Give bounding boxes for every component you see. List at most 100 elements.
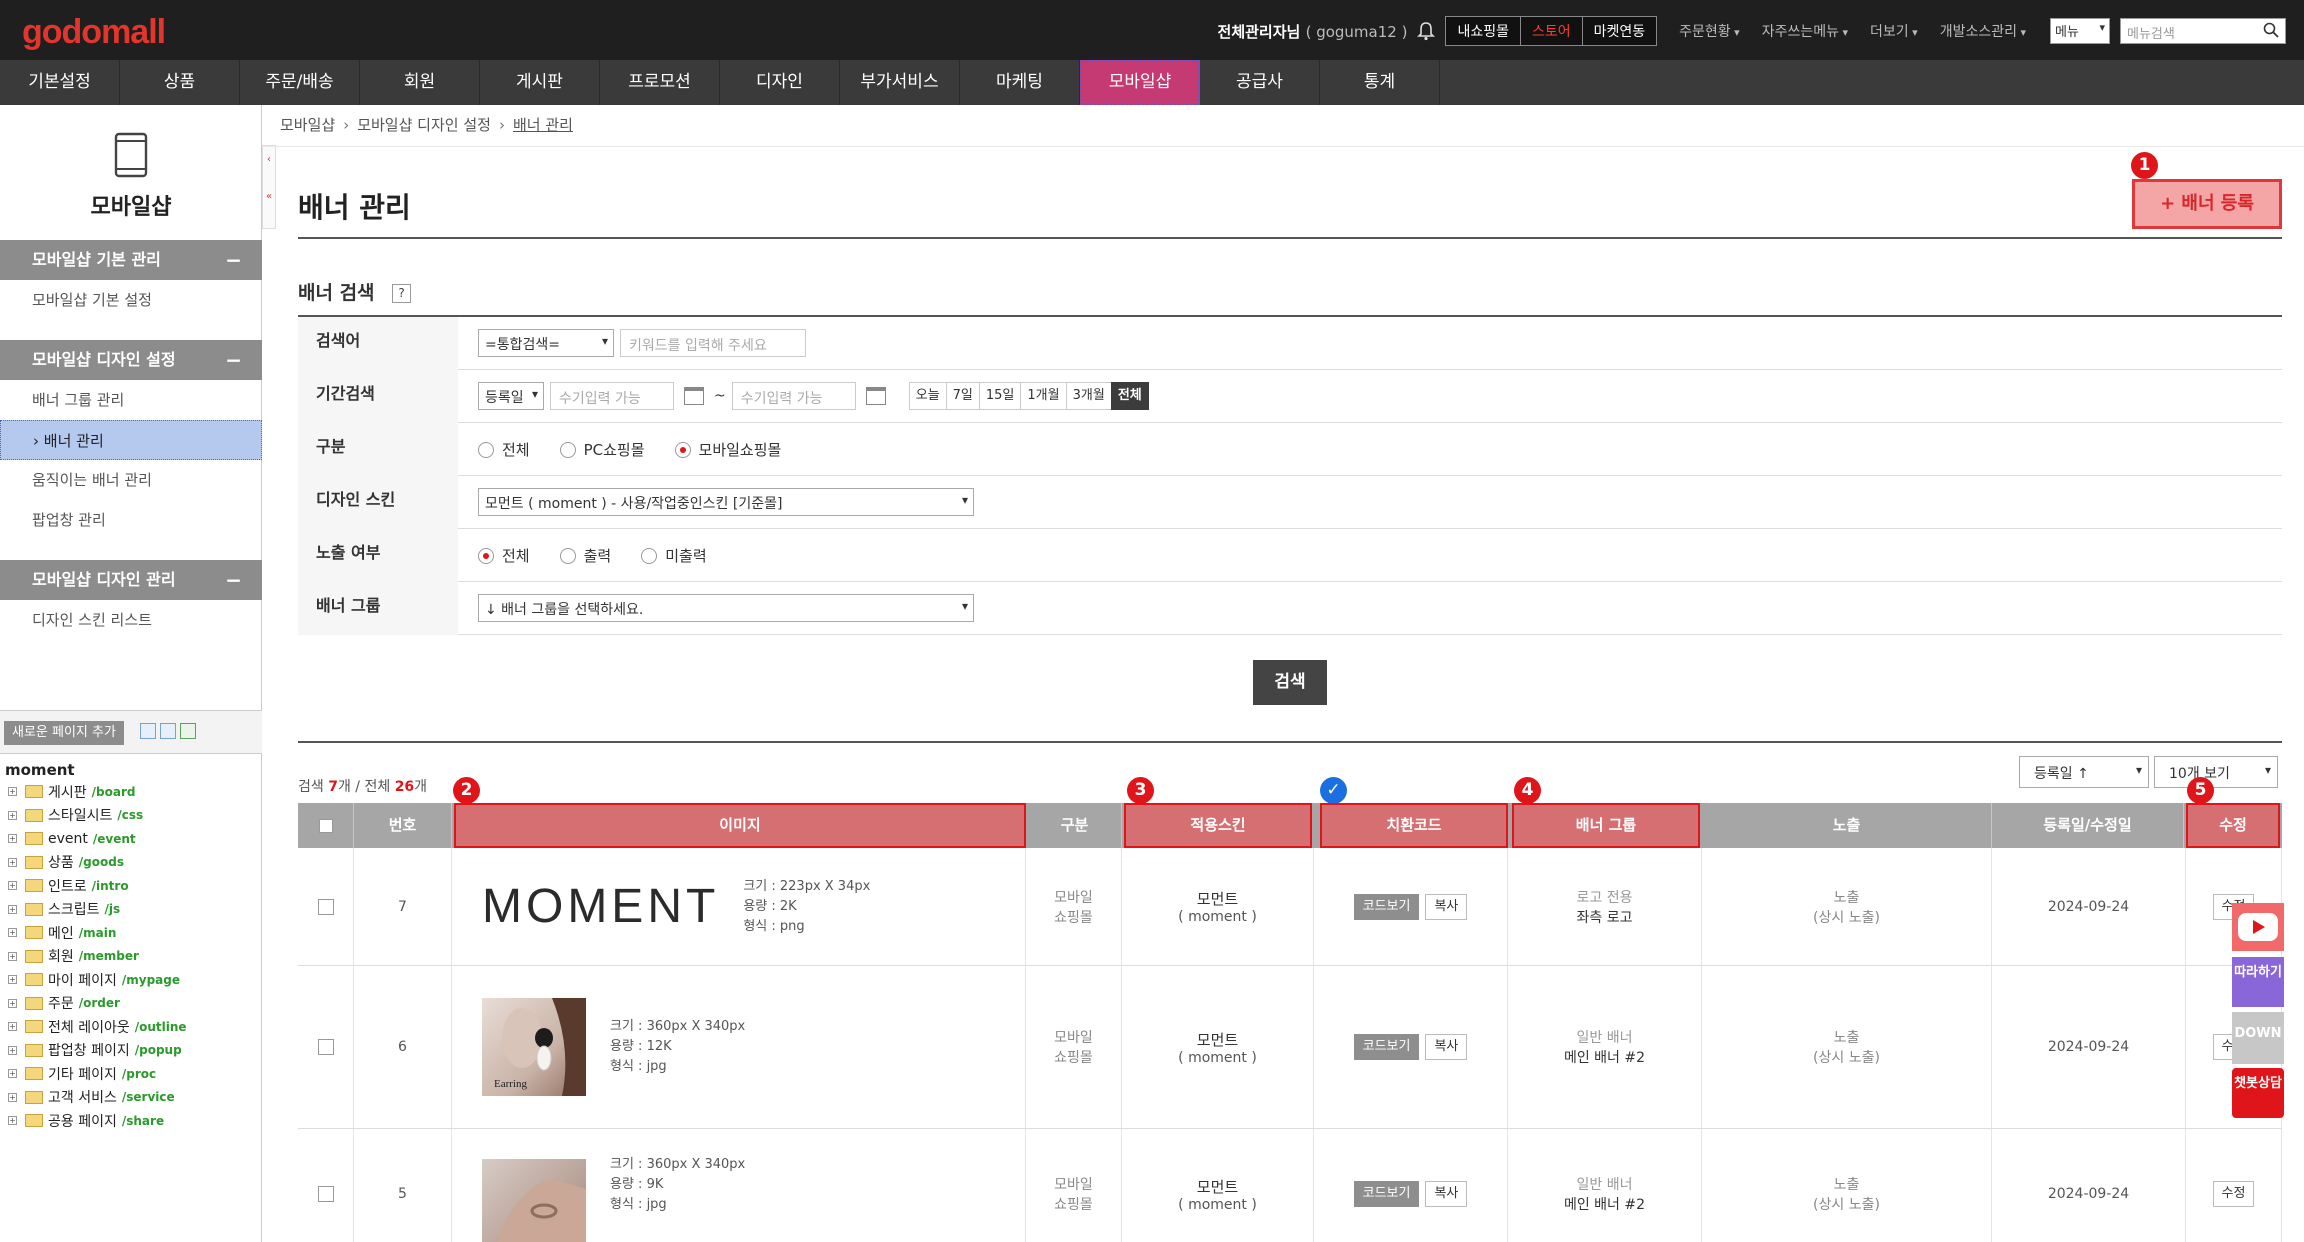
help-icon[interactable]: ? xyxy=(392,284,411,303)
row-checkbox[interactable] xyxy=(317,1186,334,1202)
sidebar-group-design-manage[interactable]: 모바일샵 디자인 관리 − xyxy=(0,560,262,600)
tree-item[interactable]: + 기타 페이지/proc xyxy=(8,1062,187,1086)
add-new-page-button[interactable]: 새로운 페이지 추가 xyxy=(4,721,124,745)
view-code-button[interactable]: 코드보기 xyxy=(1353,1034,1420,1060)
order-status-menu[interactable]: 주문현황 xyxy=(1679,21,1740,41)
period-3months-button[interactable]: 3개월 xyxy=(1065,382,1112,410)
period-7days-button[interactable]: 7일 xyxy=(945,382,980,410)
keyword-type-select[interactable]: =통합검색= ▾ xyxy=(478,329,614,357)
expand-plus-icon[interactable]: + xyxy=(8,834,17,844)
expand-plus-icon[interactable]: + xyxy=(8,1022,17,1032)
nav-members[interactable]: 회원 xyxy=(360,60,480,105)
copy-code-button[interactable]: 복사 xyxy=(1425,893,1468,920)
copy-code-button[interactable]: 복사 xyxy=(1425,1034,1468,1060)
radio-circle-selected[interactable] xyxy=(674,441,691,458)
my-shop-button[interactable]: 내쇼핑몰 xyxy=(1445,16,1521,46)
sidebar-group-design-settings[interactable]: 모바일샵 디자인 설정 − xyxy=(0,340,262,380)
sidebar-item-skin-list[interactable]: 디자인 스킨 리스트 xyxy=(0,600,262,640)
search-button[interactable]: 검색 xyxy=(1253,660,1327,705)
menu-select[interactable]: 메뉴 ▾ xyxy=(2050,18,2110,44)
nav-board[interactable]: 게시판 xyxy=(480,60,600,105)
radio-circle[interactable] xyxy=(559,547,576,564)
menu-search-input[interactable]: 메뉴검색 xyxy=(2120,18,2286,44)
dev-source-menu[interactable]: 개발소스관리 xyxy=(1940,21,2030,41)
collapse-minus-icon[interactable]: − xyxy=(225,340,242,380)
banner-image-ring-photo[interactable] xyxy=(482,1159,586,1242)
nav-orders[interactable]: 주문/배송 xyxy=(240,60,360,105)
display-radio-all[interactable]: 전체 xyxy=(478,545,530,566)
date-type-select[interactable]: 등록일 ▾ xyxy=(478,382,544,410)
expand-plus-icon[interactable]: + xyxy=(8,1045,17,1055)
tree-item[interactable]: + 스타일시트/css xyxy=(8,804,187,828)
follow-along-button[interactable]: 따라하기 xyxy=(2232,957,2284,1007)
tree-item[interactable]: + 공용 페이지/share xyxy=(8,1109,187,1133)
row-checkbox[interactable] xyxy=(317,1039,334,1055)
chevron-left-icon[interactable]: ‹ xyxy=(263,154,275,165)
edit-button[interactable]: 수정 xyxy=(2212,1181,2255,1207)
copy-code-button[interactable]: 복사 xyxy=(1425,1181,1468,1207)
expand-plus-icon[interactable]: + xyxy=(8,1092,17,1102)
type-radio-all[interactable]: 전체 xyxy=(478,439,530,460)
view-code-button[interactable]: 코드보기 xyxy=(1353,893,1420,920)
expand-plus-icon[interactable]: + xyxy=(8,810,17,820)
more-menu[interactable]: 더보기 xyxy=(1870,21,1918,41)
type-radio-pc[interactable]: PC쇼핑몰 xyxy=(559,439,645,460)
expand-plus-icon[interactable]: + xyxy=(8,928,17,938)
collapse-tree-icon[interactable] xyxy=(160,723,176,739)
breadcrumb-item[interactable]: 모바일샵 xyxy=(280,116,335,134)
nav-marketing[interactable]: 마케팅 xyxy=(960,60,1080,105)
calendar-icon[interactable] xyxy=(865,387,886,405)
tree-item[interactable]: + 상품/goods xyxy=(8,851,187,875)
expand-plus-icon[interactable]: + xyxy=(8,904,17,914)
sidebar-item-moving-banner[interactable]: 움직이는 배너 관리 xyxy=(0,460,262,500)
sidebar-item-basic-settings[interactable]: 모바일샵 기본 설정 xyxy=(0,280,262,320)
expand-plus-icon[interactable]: + xyxy=(8,881,17,891)
keyword-input[interactable]: 키워드를 입력해 주세요 xyxy=(620,329,806,357)
radio-circle[interactable] xyxy=(559,441,576,458)
expand-plus-icon[interactable]: + xyxy=(8,998,17,1008)
bell-icon[interactable] xyxy=(1417,21,1436,41)
nav-basic-settings[interactable]: 기본설정 xyxy=(0,60,120,105)
tree-root[interactable]: moment xyxy=(5,761,75,779)
sidebar-collapse-handle[interactable]: ‹ « xyxy=(262,145,276,229)
tree-item[interactable]: + 게시판/board xyxy=(8,780,187,804)
design-skin-select[interactable]: 모먼트 ( moment ) - 사용/작업중인스킨 [기준몰] ▾ xyxy=(478,488,974,516)
tree-item[interactable]: + event/event xyxy=(8,827,187,851)
nav-products[interactable]: 상품 xyxy=(120,60,240,105)
calendar-icon[interactable] xyxy=(684,387,704,405)
add-banner-button[interactable]: + 배너 등록 xyxy=(2132,179,2282,229)
view-code-button[interactable]: 코드보기 xyxy=(1353,1181,1420,1207)
expand-tree-icon[interactable] xyxy=(140,723,156,739)
expand-plus-icon[interactable]: + xyxy=(8,787,17,797)
search-icon[interactable] xyxy=(2263,22,2279,38)
row-checkbox[interactable] xyxy=(317,898,334,915)
tree-item[interactable]: + 인트로/intro xyxy=(8,874,187,898)
type-radio-mobile[interactable]: 모바일쇼핑몰 xyxy=(674,439,781,460)
godomall-logo[interactable]: godomall xyxy=(22,13,166,52)
collapse-minus-icon[interactable]: − xyxy=(225,240,242,280)
period-today-button[interactable]: 오늘 xyxy=(908,382,947,410)
tree-item[interactable]: + 주문/order xyxy=(8,992,187,1016)
sidebar-item-banner-group[interactable]: 배너 그룹 관리 xyxy=(0,380,262,420)
market-link-button[interactable]: 마켓연동 xyxy=(1581,16,1658,46)
radio-circle-selected[interactable] xyxy=(478,547,494,564)
youtube-button[interactable] xyxy=(2232,903,2284,951)
nav-promotion[interactable]: 프로모션 xyxy=(600,60,720,105)
nav-design[interactable]: 디자인 xyxy=(720,60,840,105)
tree-item[interactable]: + 스크립트/js xyxy=(8,898,187,922)
select-all-checkbox[interactable] xyxy=(318,818,333,833)
refresh-icon[interactable] xyxy=(180,723,196,739)
tree-item[interactable]: + 고객 서비스/service xyxy=(8,1086,187,1110)
favorites-menu[interactable]: 자주쓰는메뉴 xyxy=(1762,21,1848,41)
breadcrumb-item[interactable]: 모바일샵 디자인 설정 xyxy=(357,116,491,134)
expand-plus-icon[interactable]: + xyxy=(8,975,17,985)
end-date-input[interactable]: 수기입력 가능 xyxy=(731,382,856,410)
banner-image-earring-photo[interactable]: Earring xyxy=(482,998,586,1096)
tree-item[interactable]: + 회원/member xyxy=(8,945,187,969)
store-button[interactable]: 스토어 xyxy=(1519,16,1583,46)
period-1month-button[interactable]: 1개월 xyxy=(1020,382,1067,410)
collapse-minus-icon[interactable]: − xyxy=(225,560,242,600)
period-all-button[interactable]: 전체 xyxy=(1110,382,1149,410)
sidebar-group-basic[interactable]: 모바일샵 기본 관리 − xyxy=(0,240,262,280)
nav-addon-services[interactable]: 부가서비스 xyxy=(840,60,960,105)
